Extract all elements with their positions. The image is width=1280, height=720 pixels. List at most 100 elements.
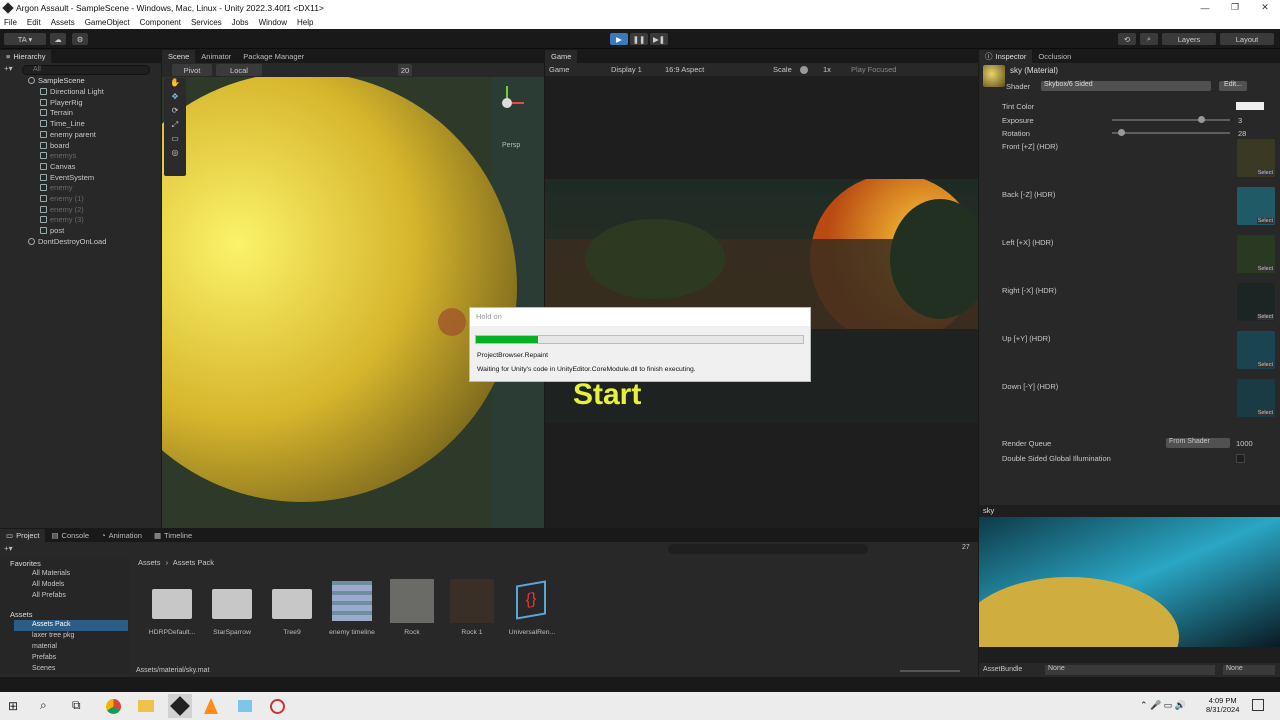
scene-root[interactable]: SampleScene xyxy=(28,76,85,85)
task-view-icon[interactable]: ⧉ xyxy=(72,698,81,713)
scene-gizmo[interactable] xyxy=(488,84,528,124)
shader-dropdown[interactable]: Skybox/6 Sided xyxy=(1041,81,1211,91)
hierarchy-item[interactable]: enemy xyxy=(40,183,73,192)
menu-gameobject[interactable]: GameObject xyxy=(85,18,130,27)
rotation-value[interactable]: 28 xyxy=(1238,129,1246,138)
notifications-icon[interactable] xyxy=(1252,699,1264,711)
search-icon[interactable]: ⌕ xyxy=(1140,33,1158,45)
tab-occlusion[interactable]: Occlusion xyxy=(1032,50,1077,63)
aspect-dropdown[interactable]: 16:9 Aspect xyxy=(665,65,704,74)
move-tool-icon[interactable]: ✥ xyxy=(164,92,186,106)
fav-all-prefabs[interactable]: All Prefabs xyxy=(32,592,66,599)
exposure-slider[interactable] xyxy=(1112,116,1230,123)
maximize-button[interactable]: ❐ xyxy=(1220,0,1250,15)
pause-button[interactable]: ❚❚ xyxy=(630,33,648,45)
tab-timeline[interactable]: ▦ Timeline xyxy=(148,529,198,542)
asset-item[interactable] xyxy=(330,579,374,623)
menu-assets[interactable]: Assets xyxy=(51,18,75,27)
app-icon[interactable] xyxy=(238,700,252,712)
pivot-dropdown[interactable]: Pivot xyxy=(172,64,212,76)
hierarchy-item[interactable]: enemy (1) xyxy=(40,194,84,203)
asset-item[interactable] xyxy=(210,579,254,623)
menu-window[interactable]: Window xyxy=(259,18,287,27)
assets-header[interactable]: Assets xyxy=(10,610,33,619)
vlc-icon[interactable] xyxy=(204,698,218,714)
hierarchy-search-input[interactable]: All xyxy=(22,65,150,75)
favorites-header[interactable]: Favorites xyxy=(10,559,41,568)
tab-scene[interactable]: Scene xyxy=(162,50,196,63)
chrome-icon[interactable] xyxy=(106,699,121,714)
scene-render[interactable] xyxy=(162,77,544,528)
cubemap-texture-slot[interactable]: Select xyxy=(1237,379,1275,417)
menu-jobs[interactable]: Jobs xyxy=(232,18,249,27)
asset-item[interactable]: {} xyxy=(510,579,554,623)
select-texture-button[interactable]: Select xyxy=(1256,410,1274,416)
layers-dropdown[interactable]: Layers xyxy=(1162,33,1216,45)
hierarchy-item[interactable]: enemys xyxy=(40,151,76,160)
search-icon[interactable]: ⌕ xyxy=(40,698,47,713)
hierarchy-item[interactable]: enemy (3) xyxy=(40,215,84,224)
rect-tool-icon[interactable]: ▭ xyxy=(164,134,186,148)
hierarchy-item[interactable]: Time_Line xyxy=(40,119,85,128)
create-asset-icon[interactable]: +▾ xyxy=(4,544,13,553)
cubemap-texture-slot[interactable]: Select xyxy=(1237,331,1275,369)
tree-laxer-tree[interactable]: laxer tree pkg xyxy=(32,632,74,639)
hierarchy-item[interactable]: enemy parent xyxy=(40,130,96,139)
transform-tool-icon[interactable]: ◎ xyxy=(164,148,186,162)
menu-services[interactable]: Services xyxy=(191,18,222,27)
minimize-button[interactable]: — xyxy=(1190,0,1220,15)
unity-taskbar-icon[interactable] xyxy=(168,694,192,718)
windows-start-icon[interactable]: ⊞ xyxy=(8,699,22,713)
assetbundle-variant-dropdown[interactable]: None xyxy=(1223,665,1275,675)
tray-icons[interactable]: ⌃ 🎤 ▭ 🔊 xyxy=(1140,700,1186,711)
tab-hierarchy[interactable]: ≡ Hierarchy xyxy=(0,50,52,63)
tab-animator[interactable]: Animator xyxy=(195,50,237,63)
tree-scenes[interactable]: Scenes xyxy=(32,665,55,672)
layout-dropdown[interactable]: Layout xyxy=(1220,33,1274,45)
hierarchy-item[interactable]: Terrain xyxy=(40,108,73,117)
account-dropdown[interactable]: TA ▾ xyxy=(4,33,46,45)
history-icon[interactable]: ⟲ xyxy=(1118,33,1136,45)
render-queue-dropdown[interactable]: From Shader xyxy=(1166,438,1230,448)
asset-item[interactable] xyxy=(150,579,194,623)
tab-game[interactable]: Game xyxy=(545,50,578,63)
menu-component[interactable]: Component xyxy=(140,18,181,27)
fav-all-materials[interactable]: All Materials xyxy=(32,570,70,577)
select-texture-button[interactable]: Select xyxy=(1256,266,1274,272)
rotate-tool-icon[interactable]: ⟳ xyxy=(164,106,186,120)
hierarchy-item[interactable]: enemy (2) xyxy=(40,205,84,214)
asset-item[interactable] xyxy=(270,579,314,623)
tab-animation[interactable]: ◔ Animation xyxy=(95,529,148,542)
select-texture-button[interactable]: Select xyxy=(1256,362,1274,368)
cubemap-texture-slot[interactable]: Select xyxy=(1237,283,1275,321)
assetbundle-dropdown[interactable]: None xyxy=(1045,665,1215,675)
select-texture-button[interactable]: Select xyxy=(1256,218,1274,224)
hierarchy-item[interactable]: EventSystem xyxy=(40,173,94,182)
recorder-icon[interactable] xyxy=(270,699,285,714)
hierarchy-item[interactable]: Canvas xyxy=(40,162,75,171)
exposure-value[interactable]: 3 xyxy=(1238,116,1242,125)
tint-color-swatch[interactable] xyxy=(1236,102,1264,110)
hierarchy-item[interactable]: PlayerRig xyxy=(40,98,83,107)
edit-shader-button[interactable]: Edit... xyxy=(1219,81,1247,91)
asset-item[interactable] xyxy=(390,579,434,623)
tree-assets-pack[interactable]: Assets Pack xyxy=(32,621,71,628)
play-focused-dropdown[interactable]: Play Focused xyxy=(851,65,896,74)
menu-file[interactable]: File xyxy=(4,18,17,27)
breadcrumb-assets[interactable]: Assets xyxy=(138,558,161,567)
collab-icon[interactable]: ⚙ xyxy=(72,33,88,45)
tab-package-manager[interactable]: Package Manager xyxy=(237,50,310,63)
cubemap-texture-slot[interactable]: Select xyxy=(1237,187,1275,225)
tab-inspector[interactable]: ⓘ Inspector xyxy=(979,50,1033,63)
cloud-icon[interactable]: ☁ xyxy=(50,33,66,45)
clock[interactable]: 4:09 PM 8/31/2024 xyxy=(1206,696,1239,714)
select-texture-button[interactable]: Select xyxy=(1256,314,1274,320)
grid-snap-value[interactable]: 20 xyxy=(398,64,412,76)
thumbnail-size-slider[interactable] xyxy=(900,670,960,672)
dont-destroy-root[interactable]: DontDestroyOnLoad xyxy=(28,237,106,246)
file-explorer-icon[interactable] xyxy=(138,700,154,712)
display-dropdown[interactable]: Display 1 xyxy=(611,65,642,74)
tree-material[interactable]: material xyxy=(32,643,57,650)
hand-tool-icon[interactable]: ✋ xyxy=(164,78,186,92)
select-texture-button[interactable]: Select xyxy=(1256,170,1274,176)
